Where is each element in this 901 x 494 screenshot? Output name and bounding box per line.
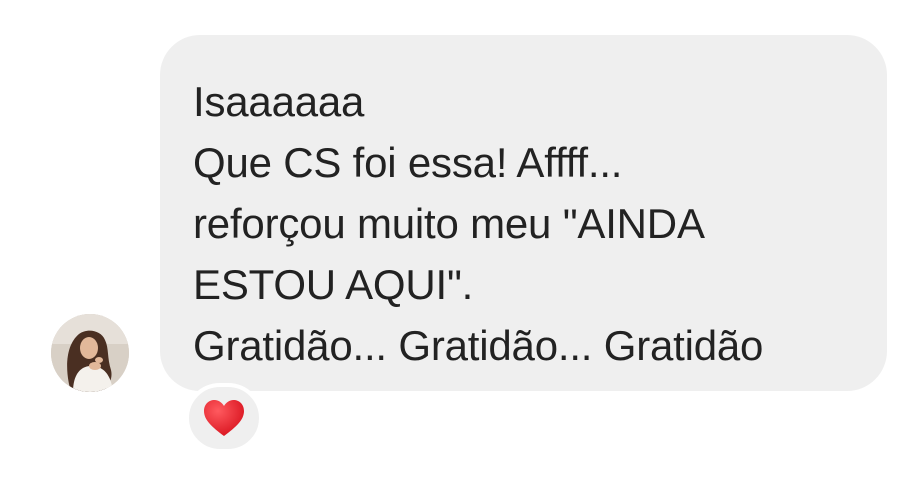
message-line: reforçou muito meu "AINDA: [193, 200, 705, 247]
heart-icon: [204, 400, 244, 436]
message-bubble[interactable]: Isaaaaaa Que CS foi essa! Affff... refor…: [160, 35, 887, 391]
avatar-image: [51, 314, 129, 392]
chat-thread: Isaaaaaa Que CS foi essa! Affff... refor…: [0, 0, 901, 494]
reaction-badge[interactable]: [185, 383, 263, 453]
avatar[interactable]: [51, 314, 129, 392]
message-line: Isaaaaaa: [193, 78, 365, 125]
message-line: ESTOU AQUI".: [193, 261, 474, 308]
message-line: Gratidão... Gratidão... Gratidão: [193, 322, 764, 369]
message-line: Que CS foi essa! Affff...: [193, 139, 623, 186]
